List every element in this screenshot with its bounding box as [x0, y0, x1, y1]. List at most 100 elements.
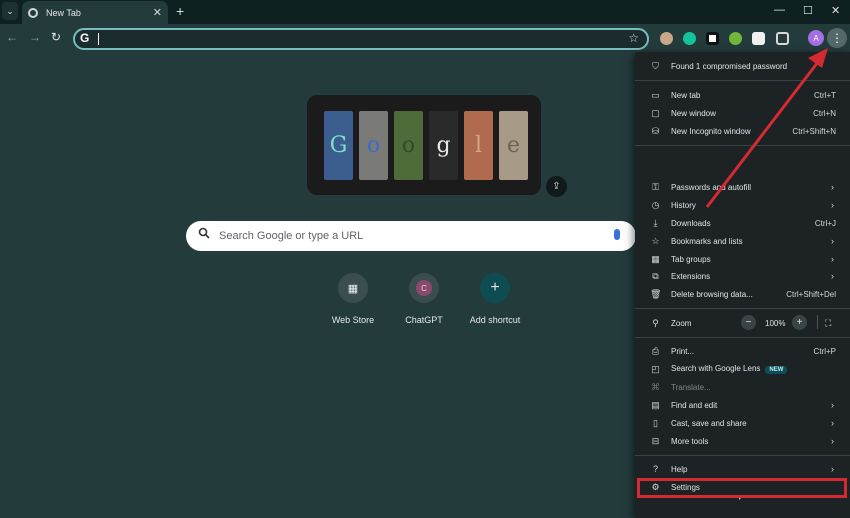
chevron-right-icon: › [831, 182, 834, 192]
new-tab-button[interactable]: + [176, 3, 184, 19]
extension-icon-5[interactable] [752, 32, 765, 45]
zoom-out-button[interactable]: − [741, 315, 756, 330]
doodle-tile: G [324, 111, 353, 180]
menu-label: More tools [671, 436, 709, 446]
chevron-right-icon: › [831, 236, 834, 246]
add-shortcut-icon: + [480, 273, 510, 303]
menu-item-history[interactable]: ◷ History › [635, 196, 850, 214]
chevron-right-icon: › [831, 200, 834, 210]
incognito-icon: ⛁ [651, 125, 660, 136]
menu-item-downloads[interactable]: ⤓ Downloads Ctrl+J [635, 214, 850, 232]
menu-item-bookmarks[interactable]: ☆ Bookmarks and lists › [635, 232, 850, 250]
new-tab-icon: ▭ [651, 89, 660, 100]
menu-item-find-edit[interactable]: ▤ Find and edit › [635, 396, 850, 414]
toolbar: ← → ↻ G ☆ A ⋮ [0, 24, 850, 54]
bookmark-star-icon[interactable]: ☆ [628, 31, 639, 45]
menu-shortcut: Ctrl+P [813, 346, 836, 356]
extension-icon-3[interactable] [706, 32, 719, 45]
grammarly-icon[interactable] [683, 32, 696, 45]
tab-search-button[interactable]: ⌄ [2, 2, 18, 20]
doodle-tile: o [394, 111, 423, 180]
settings-highlight-box [637, 478, 847, 498]
toolbox-icon: ⊟ [651, 435, 660, 446]
menu-shortcut: Ctrl+Shift+Del [786, 289, 836, 299]
printer-icon: ⎙ [651, 345, 660, 356]
chevron-right-icon: › [831, 418, 834, 428]
shield-icon: ⛉ [652, 60, 659, 71]
maximize-button[interactable]: ☐ [803, 4, 813, 17]
chatgpt-icon: C [409, 273, 439, 303]
tab-new-tab[interactable]: New Tab ✕ [22, 1, 168, 24]
menu-label: Passwords and autofill [671, 182, 752, 192]
share-doodle-button[interactable]: ⇪ [546, 176, 567, 197]
zoom-divider [817, 315, 818, 329]
menu-item-help[interactable]: ? Help › [635, 460, 850, 478]
forward-button[interactable]: → [29, 30, 41, 44]
menu-label: Find and edit [671, 400, 718, 410]
zoom-icon: ⚲ [652, 317, 659, 328]
lens-icon: ◰ [651, 363, 660, 374]
menu-label: Cast, save and share [671, 418, 747, 428]
extensions-puzzle-icon[interactable] [776, 32, 789, 45]
menu-divider [635, 337, 850, 338]
menu-item-cast-save-share[interactable]: ▯ Cast, save and share › [635, 414, 850, 432]
google-doodle[interactable]: Google [307, 95, 541, 195]
menu-shortcut: Ctrl+N [813, 108, 836, 118]
doodle-letter: l [474, 133, 483, 158]
menu-item-password-warning[interactable]: ⛉ Found 1 compromised password [635, 57, 850, 75]
chevron-right-icon: › [831, 464, 834, 474]
star-icon: ☆ [651, 235, 660, 246]
chrome-menu-button[interactable]: ⋮ [827, 28, 847, 48]
shortcut-add[interactable]: + Add shortcut [450, 273, 540, 325]
doodle-tile: l [464, 111, 493, 180]
menu-shortcut: Ctrl+Shift+N [792, 126, 836, 136]
reload-button[interactable]: ↻ [51, 30, 61, 44]
key-icon: ⚿ [652, 181, 659, 192]
profile-avatar[interactable]: A [808, 30, 824, 46]
menu-label: Translate... [671, 382, 711, 392]
file-share-icon: ▯ [653, 417, 658, 428]
back-button[interactable]: ← [6, 30, 18, 44]
chevron-right-icon: › [831, 400, 834, 410]
puzzle-icon: ⧉ [652, 270, 659, 281]
chrome-menu: ⛉ Found 1 compromised password ▭ New tab… [635, 52, 850, 518]
menu-item-passwords[interactable]: ⚿ Passwords and autofill › [635, 178, 850, 196]
menu-shortcut: Ctrl+J [814, 218, 836, 228]
tab-strip: ⌄ New Tab ✕ + — ☐ ✕ [0, 0, 850, 24]
menu-item-new-tab[interactable]: ▭ New tab Ctrl+T [635, 86, 850, 104]
menu-item-print[interactable]: ⎙ Print... Ctrl+P [635, 342, 850, 360]
menu-item-tab-groups[interactable]: ▦ Tab groups › [635, 250, 850, 268]
text-caret [98, 33, 99, 45]
search-box[interactable]: Search Google or type a URL [186, 221, 636, 251]
tab-groups-icon: ▦ [651, 253, 660, 264]
menu-shortcut: Ctrl+T [814, 90, 836, 100]
menu-label: Found 1 compromised password [671, 61, 788, 71]
search-placeholder: Search Google or type a URL [219, 230, 364, 242]
close-window-button[interactable]: ✕ [831, 4, 840, 17]
trash-icon: 🗑 [650, 288, 662, 299]
doodle-letter: o [366, 133, 381, 158]
extension-icon-1[interactable] [660, 32, 673, 45]
microphone-icon[interactable] [614, 229, 620, 240]
zoom-in-button[interactable]: + [792, 315, 807, 330]
menu-item-delete-browsing-data[interactable]: 🗑 Delete browsing data... Ctrl+Shift+Del [635, 285, 850, 303]
tab-close-icon[interactable]: ✕ [153, 6, 162, 19]
help-icon: ? [652, 464, 658, 474]
menu-label: New window [671, 108, 716, 118]
minimize-button[interactable]: — [774, 4, 785, 16]
menu-item-extensions[interactable]: ⧉ Extensions › [635, 267, 850, 285]
menu-item-incognito[interactable]: ⛁ New Incognito window Ctrl+Shift+N [635, 122, 850, 140]
menu-divider [635, 145, 850, 146]
extension-icon-4[interactable] [729, 32, 742, 45]
history-icon: ◷ [651, 199, 660, 210]
menu-item-new-window[interactable]: ▢ New window Ctrl+N [635, 104, 850, 122]
menu-item-more-tools[interactable]: ⊟ More tools › [635, 432, 850, 450]
zoom-level: 100% [765, 318, 786, 328]
menu-divider [635, 455, 850, 456]
menu-label: New Incognito window [671, 126, 751, 136]
fullscreen-icon[interactable]: ⛶ [825, 318, 831, 329]
chevron-right-icon: › [831, 436, 834, 446]
google-icon: G [80, 31, 90, 45]
menu-item-google-lens[interactable]: ◰ Search with Google Lens NEW [635, 360, 850, 378]
address-bar[interactable]: G ☆ [73, 28, 649, 50]
